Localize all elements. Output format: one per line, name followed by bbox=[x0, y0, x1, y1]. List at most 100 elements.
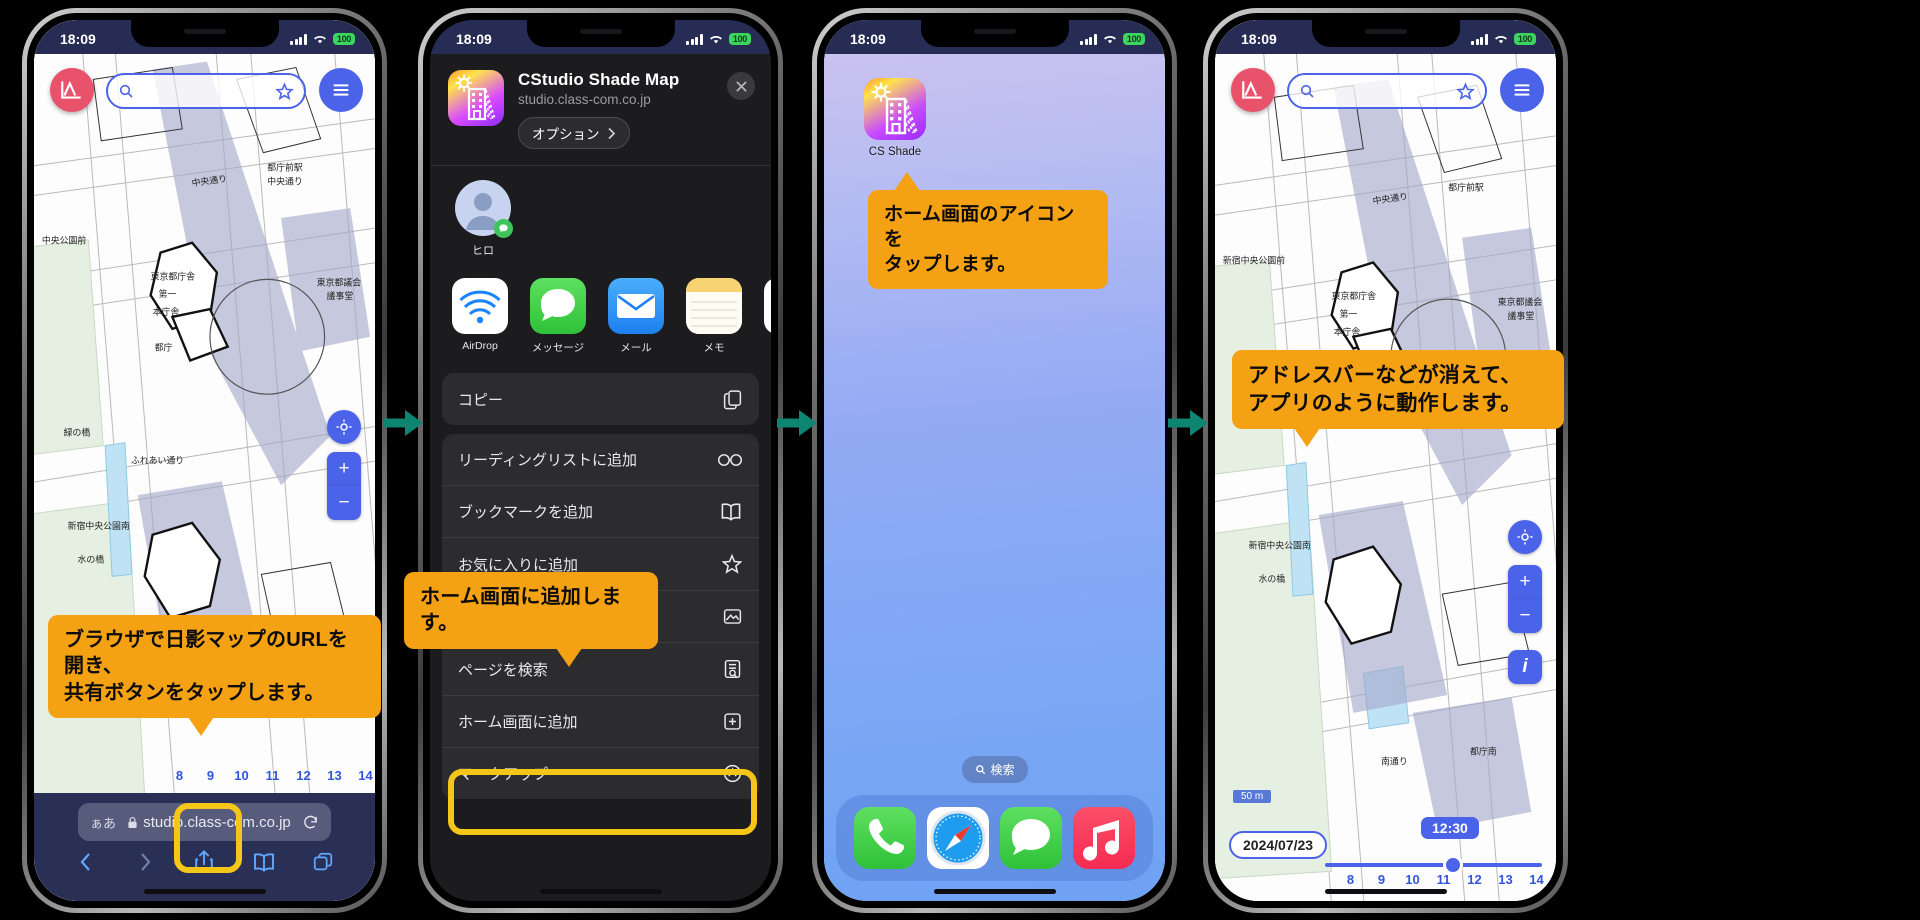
cstudio-shade-map-icon bbox=[448, 70, 504, 126]
zoom-out-button-2[interactable]: − bbox=[1508, 599, 1542, 633]
battery-icon: 100 bbox=[1513, 33, 1536, 45]
svg-text:水の橋: 水の橋 bbox=[1258, 573, 1285, 585]
home-search-label: 検索 bbox=[990, 763, 1015, 777]
search-icon bbox=[975, 765, 985, 775]
share-app-reminders[interactable]: リマ bbox=[764, 278, 771, 355]
time-chip[interactable]: 12:30 bbox=[1421, 817, 1479, 839]
action-add-reading-list[interactable]: リーディングリストに追加 bbox=[442, 434, 759, 485]
home-indicator bbox=[933, 889, 1056, 894]
zoom-in-button-2[interactable]: + bbox=[1508, 565, 1542, 599]
tick: 8 bbox=[1346, 872, 1355, 887]
phone-icon[interactable] bbox=[853, 807, 916, 869]
svg-text:新宿中央公園南: 新宿中央公園南 bbox=[68, 520, 130, 532]
map-search-bar-2[interactable] bbox=[1287, 73, 1487, 109]
date-picker-chip[interactable]: 2024/07/23 bbox=[1229, 831, 1328, 859]
hamburger-menu-icon[interactable] bbox=[1500, 68, 1544, 112]
menu-glyph bbox=[1514, 84, 1530, 96]
share-app-mail[interactable]: メール bbox=[608, 278, 664, 355]
forward-button[interactable] bbox=[127, 845, 163, 879]
status-time: 18:09 bbox=[1241, 31, 1277, 47]
share-app-notes[interactable]: メモ bbox=[686, 278, 742, 355]
share-app-subtitle: studio.class-com.co.jp bbox=[518, 92, 651, 107]
info-button[interactable]: i bbox=[1508, 650, 1542, 684]
search-icon bbox=[119, 84, 133, 98]
icon-glyph bbox=[871, 82, 918, 135]
svg-text:第一: 第一 bbox=[159, 288, 177, 300]
action-find-on-page[interactable]: ページを検索 bbox=[442, 642, 759, 695]
ios-dock bbox=[836, 795, 1153, 881]
action-label: ページを検索 bbox=[458, 661, 548, 679]
mail-icon bbox=[608, 278, 664, 334]
share-app-messages[interactable]: メッセージ bbox=[530, 278, 586, 355]
star-icon[interactable] bbox=[275, 81, 294, 101]
star-icon[interactable] bbox=[1456, 81, 1475, 101]
shade-map-logo-icon[interactable] bbox=[1231, 68, 1275, 112]
locate-glyph bbox=[336, 419, 352, 435]
airdrop-glyph bbox=[459, 290, 501, 324]
text-size-button[interactable]: ぁあ bbox=[90, 813, 116, 832]
svg-text:本庁舎: 本庁舎 bbox=[153, 306, 180, 318]
share-app-airdrop[interactable]: AirDrop bbox=[452, 278, 508, 355]
action-label: リーディングリストに追加 bbox=[458, 452, 637, 469]
screen-step-2: CStudio Shade Map studio.class-com.co.jp… bbox=[430, 20, 771, 901]
messages-icon[interactable] bbox=[1000, 807, 1063, 869]
action-label: ホーム画面に追加 bbox=[458, 714, 578, 731]
scale-label: 50 m bbox=[1241, 791, 1264, 802]
avatar bbox=[455, 180, 513, 238]
action-copy[interactable]: コピー bbox=[442, 373, 759, 425]
timeline-thumb[interactable] bbox=[1443, 855, 1463, 875]
music-icon[interactable] bbox=[1073, 807, 1136, 869]
contact-item[interactable]: ヒロ bbox=[452, 180, 514, 258]
options-button[interactable]: オプション bbox=[518, 117, 630, 149]
action-add-to-home-screen[interactable]: ホーム画面に追加 bbox=[442, 695, 759, 747]
hamburger-menu-icon[interactable] bbox=[319, 68, 363, 112]
phone-step-3: CS Shade 検索 18:09 100 bbox=[812, 8, 1177, 913]
action-group-copy: コピー bbox=[442, 373, 759, 425]
share-app-label: メール bbox=[620, 342, 652, 354]
close-icon[interactable] bbox=[727, 72, 755, 100]
phone-step-2: CStudio Shade Map studio.class-com.co.jp… bbox=[418, 8, 783, 913]
home-search-pill[interactable]: 検索 bbox=[961, 756, 1028, 783]
bookmarks-button[interactable] bbox=[246, 845, 282, 879]
locate-icon[interactable] bbox=[327, 410, 361, 444]
zoom-in-button-1[interactable]: + bbox=[327, 452, 361, 486]
share-app-title: CStudio Shade Map bbox=[518, 70, 680, 89]
shade-map-canvas-2[interactable]: 都庁前駅 中央通り 新宿中央公園前 東京都庁舎 第一 本庁舎 東京都議会 議事堂… bbox=[1215, 20, 1556, 901]
reload-icon[interactable] bbox=[302, 814, 319, 831]
locate-glyph bbox=[1517, 529, 1533, 545]
shade-map-canvas-1[interactable]: 都庁前駅 中央通り 中央通り 中央公園前 東京都庁舎 第一 本庁舎 東京都議会 … bbox=[34, 20, 375, 901]
safari-icon[interactable] bbox=[926, 807, 989, 869]
callout-tail bbox=[894, 172, 920, 191]
tick: 14 bbox=[358, 768, 373, 783]
badge-glyph bbox=[499, 224, 508, 232]
phone-glyph bbox=[868, 818, 904, 854]
timeline-track[interactable] bbox=[1325, 863, 1542, 867]
reminders-glyph bbox=[764, 278, 771, 334]
messages-badge-icon bbox=[494, 219, 513, 238]
action-label: ブックマークを追加 bbox=[458, 504, 594, 521]
zoom-out-button-1[interactable]: − bbox=[327, 486, 361, 520]
home-app-cs-shade[interactable]: CS Shade bbox=[852, 78, 938, 158]
home-indicator bbox=[539, 889, 662, 894]
back-button[interactable] bbox=[68, 845, 104, 879]
shade-map-logo-icon[interactable] bbox=[50, 68, 94, 112]
speaker-grille bbox=[1364, 29, 1407, 34]
callout-line: 共有ボタンをタップします。 bbox=[64, 681, 325, 704]
notch bbox=[526, 20, 675, 47]
map-search-bar-1[interactable] bbox=[106, 73, 306, 109]
map-timeline-1[interactable]: 8 9 10 11 12 13 14 bbox=[164, 768, 375, 783]
tick: 13 bbox=[327, 768, 342, 783]
map-timeline-2[interactable]: 8 9 10 11 12 13 14 bbox=[1335, 872, 1552, 887]
svg-text:東京都議会: 東京都議会 bbox=[317, 276, 362, 288]
action-add-bookmark[interactable]: ブックマークを追加 bbox=[442, 485, 759, 537]
page-search-icon bbox=[724, 659, 741, 679]
tick: 10 bbox=[234, 768, 249, 783]
cellular-bars-icon bbox=[290, 33, 307, 45]
tabs-button[interactable] bbox=[305, 845, 341, 879]
flow-arrow-1 bbox=[383, 410, 423, 436]
tutorial-screenshot: 都庁前駅 中央通り 中央通り 中央公園前 東京都庁舎 第一 本庁舎 東京都議会 … bbox=[0, 0, 1920, 920]
locate-icon[interactable] bbox=[1508, 520, 1542, 554]
screen-step-3: CS Shade 検索 18:09 100 bbox=[824, 20, 1165, 901]
notch bbox=[130, 20, 279, 47]
menu-glyph bbox=[333, 84, 349, 96]
